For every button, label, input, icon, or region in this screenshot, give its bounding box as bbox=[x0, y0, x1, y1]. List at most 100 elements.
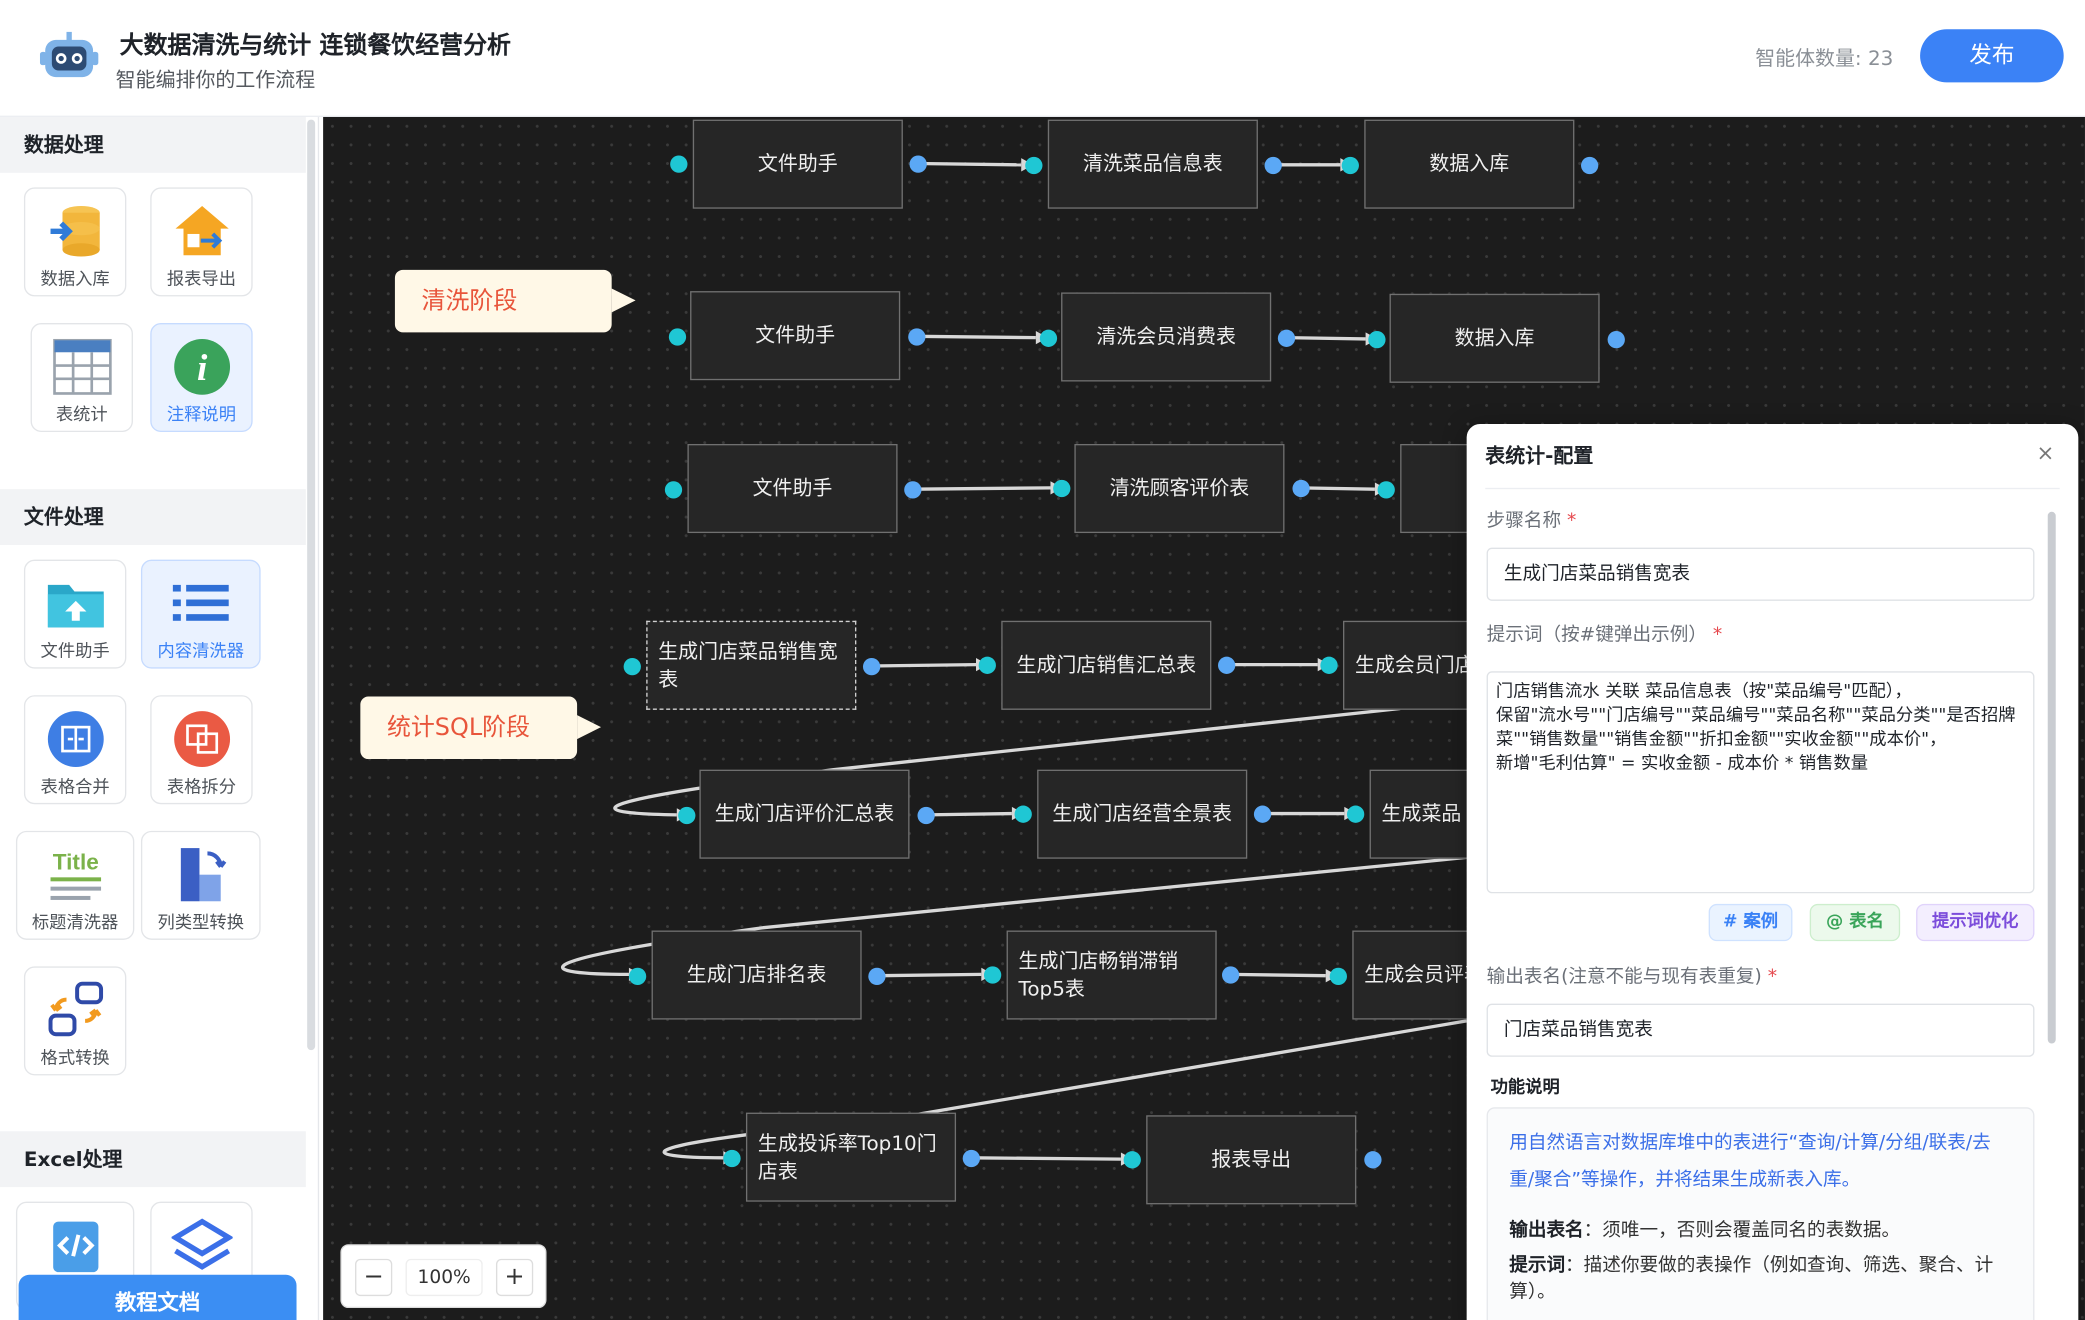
port-in[interactable] bbox=[628, 967, 647, 986]
node-data-import-2[interactable]: 数据入库 bbox=[1389, 293, 1600, 383]
example-chip[interactable]: # 案例 bbox=[1708, 903, 1793, 942]
note-sql-stage[interactable]: 统计SQL阶段 bbox=[360, 696, 602, 760]
step-name-label: 步骤名称 * bbox=[1486, 510, 1577, 532]
node-report-export[interactable]: 报表导出 bbox=[1146, 1115, 1357, 1205]
port-out[interactable] bbox=[962, 1149, 980, 1168]
node-palette-sidebar: 数据处理 数据入库 报表导出 表统计 i 注释说明 文件处理 文件助手 内容清洗… bbox=[0, 116, 320, 1320]
node-clean-member-table[interactable]: 清洗会员消费表 bbox=[1061, 292, 1272, 382]
node-file-assistant-3[interactable]: 文件助手 bbox=[687, 443, 898, 534]
tile-label: 注释说明 bbox=[166, 405, 237, 426]
node-store-dish-sales[interactable]: 生成门店菜品销售宽表 bbox=[646, 620, 857, 710]
port-in[interactable] bbox=[1053, 479, 1071, 498]
port-in[interactable] bbox=[1368, 330, 1386, 349]
tile-file-assistant[interactable]: 文件助手 bbox=[23, 559, 127, 669]
tile-label: 数据入库 bbox=[40, 269, 110, 290]
port-in[interactable] bbox=[670, 155, 688, 173]
port-in[interactable] bbox=[1039, 329, 1058, 347]
close-icon[interactable]: × bbox=[2037, 440, 2055, 465]
port-out[interactable] bbox=[1218, 656, 1236, 674]
prompt-textarea[interactable]: 门店销售流水 关联 菜品信息表（按"菜品编号"匹配）， 保留"流水号""门店编号… bbox=[1486, 671, 2035, 894]
app-title: 大数据清洗与统计 连锁餐饮经营分析 bbox=[119, 31, 511, 60]
node-file-assistant-1[interactable]: 文件助手 bbox=[692, 119, 903, 209]
port-in[interactable] bbox=[723, 1149, 741, 1168]
node-store-ranking[interactable]: 生成门店排名表 bbox=[651, 930, 862, 1020]
port-out[interactable] bbox=[1607, 330, 1625, 349]
tile-column-type-convert[interactable]: 列类型转换 bbox=[140, 830, 261, 940]
port-out[interactable] bbox=[1364, 1151, 1382, 1169]
port-out[interactable] bbox=[909, 155, 927, 173]
function-description-text: 用自然语言对数据库堆中的表进行“查询/计算/分组/联表/去重/聚合”等操作，并将… bbox=[1509, 1132, 1991, 1192]
port-in[interactable] bbox=[1025, 156, 1043, 175]
tile-content-cleaner[interactable]: 内容清洗器 bbox=[140, 559, 261, 669]
port-in[interactable] bbox=[1346, 805, 1365, 823]
step-name-input[interactable]: 生成门店菜品销售宽表 bbox=[1486, 547, 2035, 601]
function-description-title: 功能说明 bbox=[1490, 1078, 1560, 1099]
tile-label: 文件助手 bbox=[40, 642, 110, 662]
tutorial-docs-button[interactable]: 教程文档 bbox=[18, 1274, 297, 1320]
note-cleaning-stage[interactable]: 清洗阶段 bbox=[394, 269, 636, 333]
divider bbox=[1485, 487, 2060, 490]
port-in[interactable] bbox=[1320, 656, 1338, 674]
node-store-overview[interactable]: 生成门店经营全景表 bbox=[1037, 769, 1248, 859]
port-in[interactable] bbox=[678, 806, 696, 825]
port-out[interactable] bbox=[904, 481, 922, 499]
app-header: 大数据清洗与统计 连锁餐饮经营分析 智能编排你的工作流程 智能体数量: 23 发… bbox=[0, 0, 2085, 117]
port-in[interactable] bbox=[1377, 481, 1395, 499]
zoom-level: 100% bbox=[405, 1258, 483, 1297]
port-out[interactable] bbox=[1253, 805, 1272, 823]
sidebar-scrollbar[interactable] bbox=[307, 119, 316, 1051]
panel-scrollbar[interactable] bbox=[2047, 511, 2056, 1044]
svg-text:Title: Title bbox=[52, 849, 98, 874]
node-store-top5[interactable]: 生成门店畅销滞销Top5表 bbox=[1006, 930, 1217, 1020]
section-excel-processing: Excel处理 bbox=[0, 1131, 306, 1188]
port-out[interactable] bbox=[1581, 156, 1599, 175]
tile-annotation[interactable]: i 注释说明 bbox=[150, 323, 253, 433]
output-table-input[interactable]: 门店菜品销售宽表 bbox=[1486, 1003, 2035, 1057]
port-out[interactable] bbox=[1277, 329, 1296, 347]
publish-button[interactable]: 发布 bbox=[1920, 29, 2064, 83]
tile-report-export[interactable]: 报表导出 bbox=[150, 187, 253, 297]
port-out[interactable] bbox=[1292, 479, 1310, 498]
prompt-optimize-chip[interactable]: 提示词优化 bbox=[1916, 903, 2035, 942]
tile-table-split[interactable]: 表格拆分 bbox=[150, 695, 253, 805]
zoom-in-button[interactable]: + bbox=[495, 1258, 534, 1297]
node-data-import-1[interactable]: 数据入库 bbox=[1364, 119, 1575, 209]
port-in[interactable] bbox=[664, 481, 683, 499]
port-in[interactable] bbox=[668, 328, 687, 346]
node-clean-dish-table[interactable]: 清洗菜品信息表 bbox=[1047, 119, 1258, 209]
title-icon: Title bbox=[49, 849, 101, 900]
tile-table-merge[interactable]: 表格合并 bbox=[23, 695, 127, 805]
info-icon: i bbox=[173, 338, 230, 395]
port-out[interactable] bbox=[1264, 156, 1282, 175]
table-name-chip[interactable]: @ 表名 bbox=[1809, 903, 1901, 942]
robot-logo-icon bbox=[39, 31, 99, 78]
zoom-control: − 100% + bbox=[340, 1244, 547, 1309]
port-in[interactable] bbox=[1341, 156, 1359, 175]
port-out[interactable] bbox=[862, 658, 881, 676]
split-icon bbox=[173, 711, 230, 768]
app-subtitle: 智能编排你的工作流程 bbox=[115, 67, 316, 92]
port-in[interactable] bbox=[1123, 1151, 1141, 1169]
node-clean-review-table[interactable]: 清洗顾客评价表 bbox=[1074, 443, 1285, 534]
port-out[interactable] bbox=[908, 328, 926, 346]
node-store-review-summary[interactable]: 生成门店评价汇总表 bbox=[699, 769, 910, 859]
port-in[interactable] bbox=[978, 656, 996, 674]
port-out[interactable] bbox=[1221, 966, 1240, 984]
node-complaint-top10[interactable]: 生成投诉率Top10门店表 bbox=[745, 1112, 957, 1202]
section-data-processing: 数据处理 bbox=[0, 116, 306, 173]
node-file-assistant-2[interactable]: 文件助手 bbox=[690, 291, 901, 381]
port-in[interactable] bbox=[1329, 967, 1347, 986]
tile-data-import[interactable]: 数据入库 bbox=[23, 187, 127, 297]
port-in[interactable] bbox=[983, 966, 1002, 984]
tile-title-cleaner[interactable]: Title 标题清洗器 bbox=[15, 830, 135, 940]
zoom-out-button[interactable]: − bbox=[355, 1258, 393, 1297]
port-out[interactable] bbox=[868, 967, 886, 986]
node-store-sales-summary[interactable]: 生成门店销售汇总表 bbox=[1001, 620, 1212, 710]
tile-format-convert[interactable]: 格式转换 bbox=[23, 966, 127, 1076]
port-in[interactable] bbox=[1014, 805, 1032, 823]
port-out[interactable] bbox=[917, 806, 935, 825]
port-in[interactable] bbox=[623, 658, 641, 676]
database-import-icon bbox=[49, 206, 100, 257]
tile-label: 表格合并 bbox=[40, 777, 110, 798]
tile-table-stats[interactable]: 表统计 bbox=[30, 323, 133, 433]
